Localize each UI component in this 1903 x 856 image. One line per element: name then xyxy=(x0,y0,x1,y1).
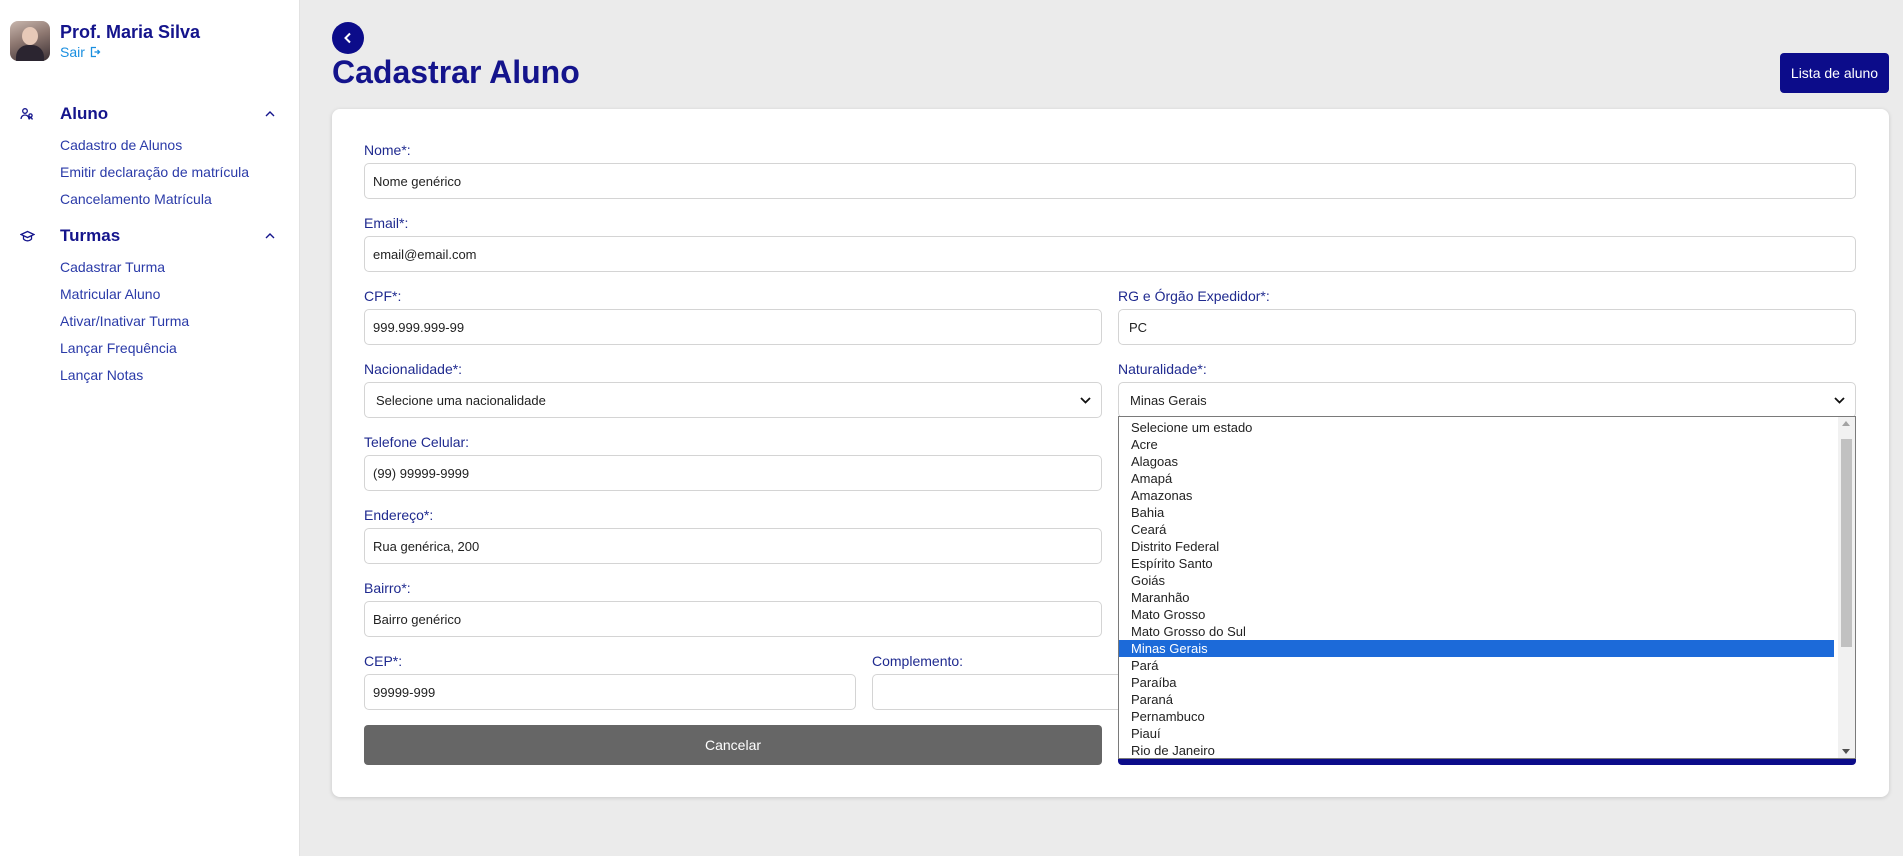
dropdown-option[interactable]: Rio de Janeiro xyxy=(1119,742,1834,758)
chevron-down-icon xyxy=(1834,396,1845,404)
nav-head-aluno[interactable]: Aluno xyxy=(20,102,276,126)
dropdown-option[interactable]: Bahia xyxy=(1119,504,1834,521)
sidebar-item-ativar-inativar-turma[interactable]: Ativar/Inativar Turma xyxy=(60,308,276,335)
bairro-label: Bairro*: xyxy=(364,580,411,596)
nav-label-turmas: Turmas xyxy=(60,226,121,245)
dropdown-option[interactable]: Selecione um estado xyxy=(1119,419,1834,436)
dropdown-option[interactable]: Paraíba xyxy=(1119,674,1834,691)
profile: Prof. Maria Silva Sair xyxy=(10,21,200,61)
dropdown-option[interactable]: Pernambuco xyxy=(1119,708,1834,725)
dropdown-options: Selecione um estado Acre Alagoas Amapá Amazo… xyxy=(1119,419,1834,758)
dropdown-option[interactable]: Mato Grosso xyxy=(1119,606,1834,623)
dropdown-option[interactable]: Piauí xyxy=(1119,725,1834,742)
cep-label: CEP*: xyxy=(364,653,403,669)
cpf-label: CPF*: xyxy=(364,288,402,304)
chevron-left-icon xyxy=(344,32,351,44)
nav-section-aluno: Aluno Cadastro de Alunos Emitir declaraç… xyxy=(20,102,276,213)
dropdown-scrollbar[interactable] xyxy=(1838,417,1855,758)
dropdown-option[interactable]: Paraná xyxy=(1119,691,1834,708)
users-icon xyxy=(20,107,40,121)
dropdown-option[interactable]: Minas Gerais xyxy=(1119,640,1834,657)
telefone-input[interactable]: (99) 99999-9999 xyxy=(364,455,1102,491)
sidebar-item-cancelamento-matricula[interactable]: Cancelamento Matrícula xyxy=(60,186,276,213)
sidebar-item-lancar-frequencia[interactable]: Lançar Frequência xyxy=(60,335,276,362)
chevron-up-icon xyxy=(264,233,276,239)
naturalidade-dropdown-list[interactable]: Selecione um estado Acre Alagoas Amapá Amazo… xyxy=(1118,416,1856,759)
dropdown-option[interactable]: Amapá xyxy=(1119,470,1834,487)
naturalidade-value: Minas Gerais xyxy=(1130,392,1207,408)
endereco-label: Endereço*: xyxy=(364,507,434,523)
cpf-input[interactable]: 999.999.999-99 xyxy=(364,309,1102,345)
email-label: Email*: xyxy=(364,215,409,231)
email-input[interactable]: email@email.com xyxy=(364,236,1856,272)
logout-icon xyxy=(90,46,101,58)
nacionalidade-select[interactable]: Selecione uma nacionalidade xyxy=(364,382,1102,418)
dropdown-option[interactable]: Amazonas xyxy=(1119,487,1834,504)
sidebar: Prof. Maria Silva Sair Aluno Cadastro de… xyxy=(0,0,300,856)
sidebar-item-lancar-notas[interactable]: Lançar Notas xyxy=(60,362,276,389)
dropdown-option[interactable]: Distrito Federal xyxy=(1119,538,1834,555)
bairro-input[interactable]: Bairro genérico xyxy=(364,601,1102,637)
dropdown-option[interactable]: Pará xyxy=(1119,657,1834,674)
chevron-up-icon xyxy=(264,111,276,117)
dropdown-option[interactable]: Alagoas xyxy=(1119,453,1834,470)
telefone-label: Telefone Celular: xyxy=(364,434,470,450)
back-button[interactable] xyxy=(332,22,364,54)
nacionalidade-label: Nacionalidade*: xyxy=(364,361,463,377)
dropdown-option[interactable]: Mato Grosso do Sul xyxy=(1119,623,1834,640)
nav-section-turmas: Turmas Cadastrar Turma Matricular Aluno … xyxy=(20,224,276,389)
cep-input[interactable]: 99999-999 xyxy=(364,674,856,710)
nacionalidade-value: Selecione uma nacionalidade xyxy=(376,392,546,408)
complemento-label: Complemento: xyxy=(872,653,964,669)
nav-head-turmas[interactable]: Turmas xyxy=(20,224,276,248)
naturalidade-label: Naturalidade*: xyxy=(1118,361,1207,377)
dropdown-option[interactable]: Acre xyxy=(1119,436,1834,453)
page-title: Cadastrar Aluno xyxy=(332,54,580,90)
scroll-up-arrow-icon[interactable] xyxy=(1842,421,1850,426)
logout-link[interactable]: Sair xyxy=(60,44,200,60)
logout-label: Sair xyxy=(60,44,85,60)
sidebar-item-matricular-aluno[interactable]: Matricular Aluno xyxy=(60,281,276,308)
cancel-button[interactable]: Cancelar xyxy=(364,725,1102,765)
scroll-down-arrow-icon[interactable] xyxy=(1842,749,1850,754)
dropdown-option[interactable]: Maranhão xyxy=(1119,589,1834,606)
rg-label: RG e Órgão Expedidor*: xyxy=(1118,288,1270,304)
naturalidade-select[interactable]: Minas Gerais xyxy=(1118,382,1856,418)
nome-input[interactable]: Nome genérico xyxy=(364,163,1856,199)
nome-label: Nome*: xyxy=(364,142,411,158)
dropdown-option[interactable]: Espírito Santo xyxy=(1119,555,1834,572)
profile-name: Prof. Maria Silva xyxy=(60,22,201,42)
graduation-cap-icon xyxy=(20,230,40,243)
endereco-input[interactable]: Rua genérica, 200 xyxy=(364,528,1102,564)
sidebar-item-emitir-declaracao[interactable]: Emitir declaração de matrícula xyxy=(60,159,276,186)
nav-label-aluno: Aluno xyxy=(60,104,109,123)
sidebar-item-cadastrar-turma[interactable]: Cadastrar Turma xyxy=(60,254,276,281)
scrollbar-thumb[interactable] xyxy=(1841,439,1852,647)
avatar xyxy=(10,21,50,61)
dropdown-option[interactable]: Ceará xyxy=(1119,521,1834,538)
sidebar-item-cadastro-alunos[interactable]: Cadastro de Alunos xyxy=(60,132,276,159)
student-list-button[interactable]: Lista de aluno xyxy=(1780,53,1889,93)
chevron-down-icon xyxy=(1080,396,1091,404)
dropdown-option[interactable]: Goiás xyxy=(1119,572,1834,589)
rg-input[interactable]: PC xyxy=(1118,309,1856,345)
